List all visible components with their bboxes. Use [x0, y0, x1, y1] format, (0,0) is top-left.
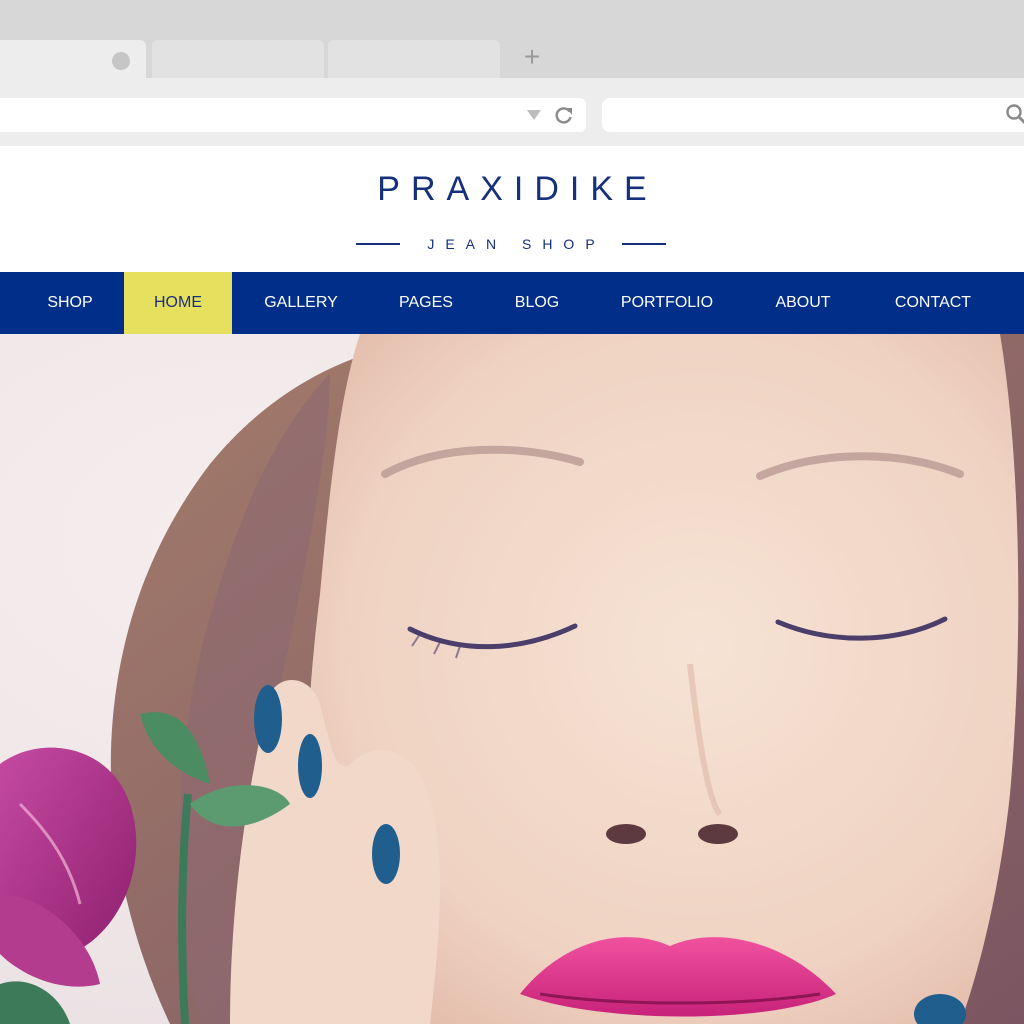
web-page: PRAXIDIKE JEAN SHOP SHOP HOME GALLERY PA…	[0, 146, 1024, 1024]
fingernail-2	[298, 734, 322, 798]
tab-close-icon[interactable]	[112, 52, 130, 70]
browser-chrome: +	[0, 0, 1024, 146]
logo-subtitle: JEAN SHOP	[427, 236, 606, 252]
logo-divider-left	[356, 243, 400, 245]
nostril-left	[606, 824, 646, 844]
hero-banner	[0, 334, 1024, 1024]
main-navigation: SHOP HOME GALLERY PAGES BLOG PORTFOLIO A…	[0, 272, 1024, 334]
chevron-down-icon[interactable]	[527, 110, 541, 120]
browser-tab-2[interactable]	[152, 40, 324, 78]
logo-divider-right	[622, 243, 666, 245]
logo-subtitle-group: JEAN SHOP	[356, 234, 666, 254]
fingernail-3	[372, 824, 400, 884]
new-tab-button[interactable]: +	[518, 42, 546, 72]
nav-item-blog[interactable]: BLOG	[492, 272, 582, 334]
nostril-right	[698, 824, 738, 844]
search-icon[interactable]	[1004, 102, 1024, 126]
fingernail-1	[254, 685, 282, 753]
address-bar[interactable]	[0, 98, 586, 132]
nav-item-portfolio[interactable]: PORTFOLIO	[602, 272, 732, 334]
nav-item-home[interactable]: HOME	[124, 272, 232, 334]
browser-tab-3[interactable]	[328, 40, 500, 78]
nav-item-about[interactable]: ABOUT	[756, 272, 850, 334]
hero-image	[0, 334, 1024, 1024]
nav-item-shop[interactable]: SHOP	[20, 272, 120, 334]
nav-item-contact[interactable]: CONTACT	[876, 272, 990, 334]
logo-title[interactable]: PRAXIDIKE	[0, 170, 1024, 209]
site-header: PRAXIDIKE JEAN SHOP	[0, 146, 1024, 272]
nav-item-gallery[interactable]: GALLERY	[246, 272, 356, 334]
browser-tab-active[interactable]	[0, 40, 146, 80]
nav-item-pages[interactable]: PAGES	[376, 272, 476, 334]
reload-icon[interactable]	[553, 104, 575, 126]
search-input[interactable]	[602, 98, 1024, 132]
